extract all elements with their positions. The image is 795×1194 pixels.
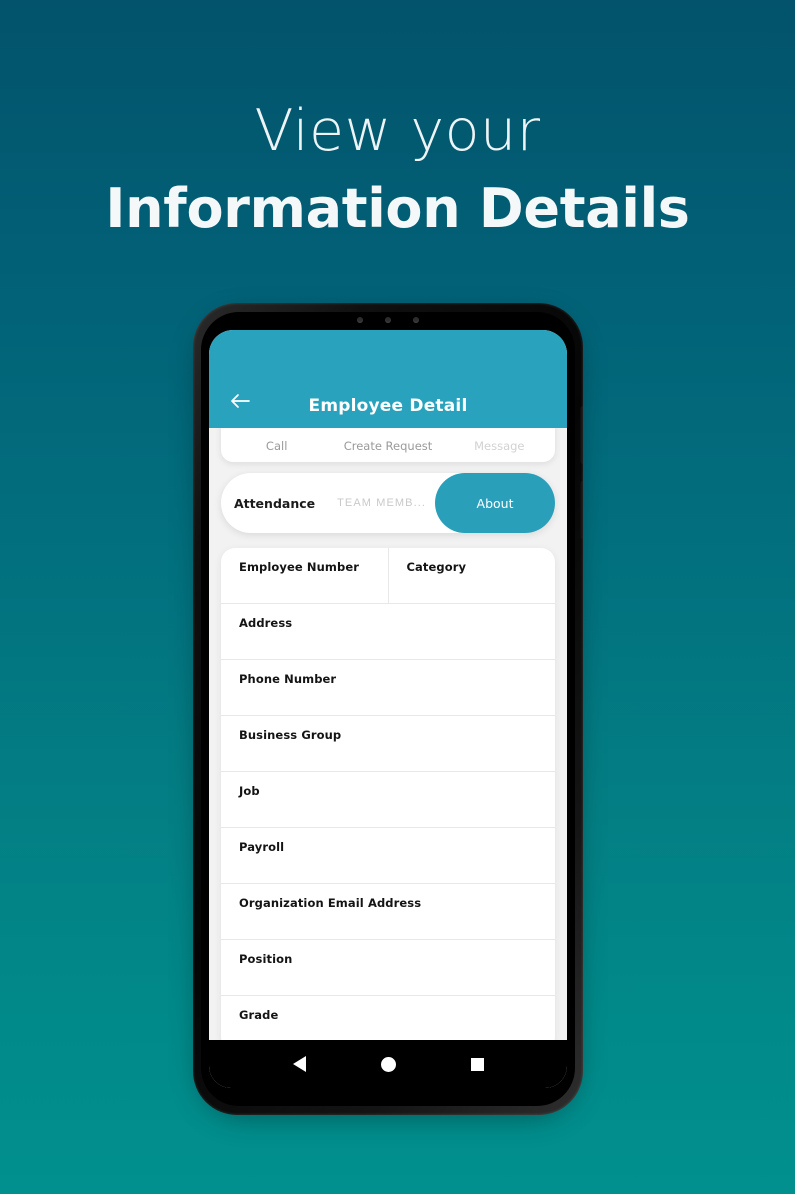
volume-down-button[interactable] [580, 481, 583, 539]
sensor-dot-icon [413, 317, 419, 323]
back-button[interactable] [225, 386, 255, 416]
phone-mockup: Employee Detail Call Create Request Mess… [193, 303, 583, 1118]
info-value [239, 857, 555, 873]
info-list-card: Employee Number Category Address Phone N… [221, 548, 555, 1040]
square-recents-icon[interactable] [470, 1057, 484, 1071]
info-value [239, 745, 555, 761]
info-label: Phone Number [239, 672, 337, 686]
info-value [239, 969, 555, 985]
table-row[interactable]: Grade [221, 996, 555, 1040]
tab-about[interactable]: About [435, 473, 555, 533]
phone-screen: Employee Detail Call Create Request Mess… [209, 330, 567, 1088]
info-value [239, 689, 555, 705]
info-cell-address: Address [221, 604, 555, 659]
table-row[interactable]: Phone Number [221, 660, 555, 716]
info-cell-grade: Grade [221, 996, 555, 1040]
info-cell-payroll: Payroll [221, 828, 555, 883]
phone-sensor-row [193, 317, 583, 323]
action-message[interactable]: Message [444, 439, 555, 453]
tab-bar: Attendance TEAM MEMB... About [221, 473, 555, 533]
headline-line-1: View your [254, 98, 541, 164]
table-row[interactable]: Business Group [221, 716, 555, 772]
tab-attendance[interactable]: Attendance [221, 473, 328, 533]
screen-content[interactable]: Call Create Request Message Attendance T… [209, 428, 567, 1040]
app-bar: Employee Detail [209, 330, 567, 428]
info-value [239, 1025, 555, 1040]
info-label: Position [239, 952, 293, 966]
info-label: Business Group [239, 728, 342, 742]
info-label: Address [239, 616, 293, 630]
volume-up-button[interactable] [580, 406, 583, 464]
poster-canvas: View your Information Details Employee D… [0, 0, 795, 1194]
info-value [239, 633, 555, 649]
info-cell-job: Job [221, 772, 555, 827]
table-row[interactable]: Address [221, 604, 555, 660]
info-label: Organization Email Address [239, 896, 422, 910]
phone-body: Employee Detail Call Create Request Mess… [193, 303, 583, 1115]
info-value [239, 913, 555, 929]
table-row[interactable]: Position [221, 940, 555, 996]
info-cell-business-group: Business Group [221, 716, 555, 771]
arrow-left-icon [231, 394, 250, 408]
info-label: Job [239, 784, 260, 798]
android-nav-bar [209, 1040, 567, 1088]
sensor-dot-icon [385, 317, 391, 323]
circle-home-icon[interactable] [380, 1056, 396, 1072]
info-value [239, 801, 555, 817]
tab-team-members[interactable]: TEAM MEMB... [328, 473, 435, 533]
action-call[interactable]: Call [221, 439, 332, 453]
triangle-back-icon[interactable] [292, 1056, 306, 1072]
sensor-dot-icon [357, 317, 363, 323]
info-cell-organization-email-address: Organization Email Address [221, 884, 555, 939]
page-title: Employee Detail [308, 396, 468, 416]
table-row[interactable]: Employee Number Category [221, 548, 555, 604]
info-cell-category: Category [389, 548, 556, 603]
quick-action-card: Call Create Request Message [221, 428, 555, 462]
info-label: Employee Number [239, 560, 360, 574]
info-label: Category [406, 560, 467, 574]
table-row[interactable]: Job [221, 772, 555, 828]
table-row[interactable]: Organization Email Address [221, 884, 555, 940]
power-button[interactable] [193, 585, 196, 641]
info-cell-phone-number: Phone Number [221, 660, 555, 715]
info-cell-position: Position [221, 940, 555, 995]
info-label: Grade [239, 1008, 279, 1022]
table-row[interactable]: Payroll [221, 828, 555, 884]
info-cell-employee-number: Employee Number [221, 548, 389, 603]
headline-block: View your Information Details [0, 96, 795, 246]
info-value [407, 577, 556, 593]
action-create-request[interactable]: Create Request [332, 439, 443, 453]
info-value [239, 577, 388, 593]
headline-line-2: Information Details [105, 177, 690, 240]
info-label: Payroll [239, 840, 285, 854]
